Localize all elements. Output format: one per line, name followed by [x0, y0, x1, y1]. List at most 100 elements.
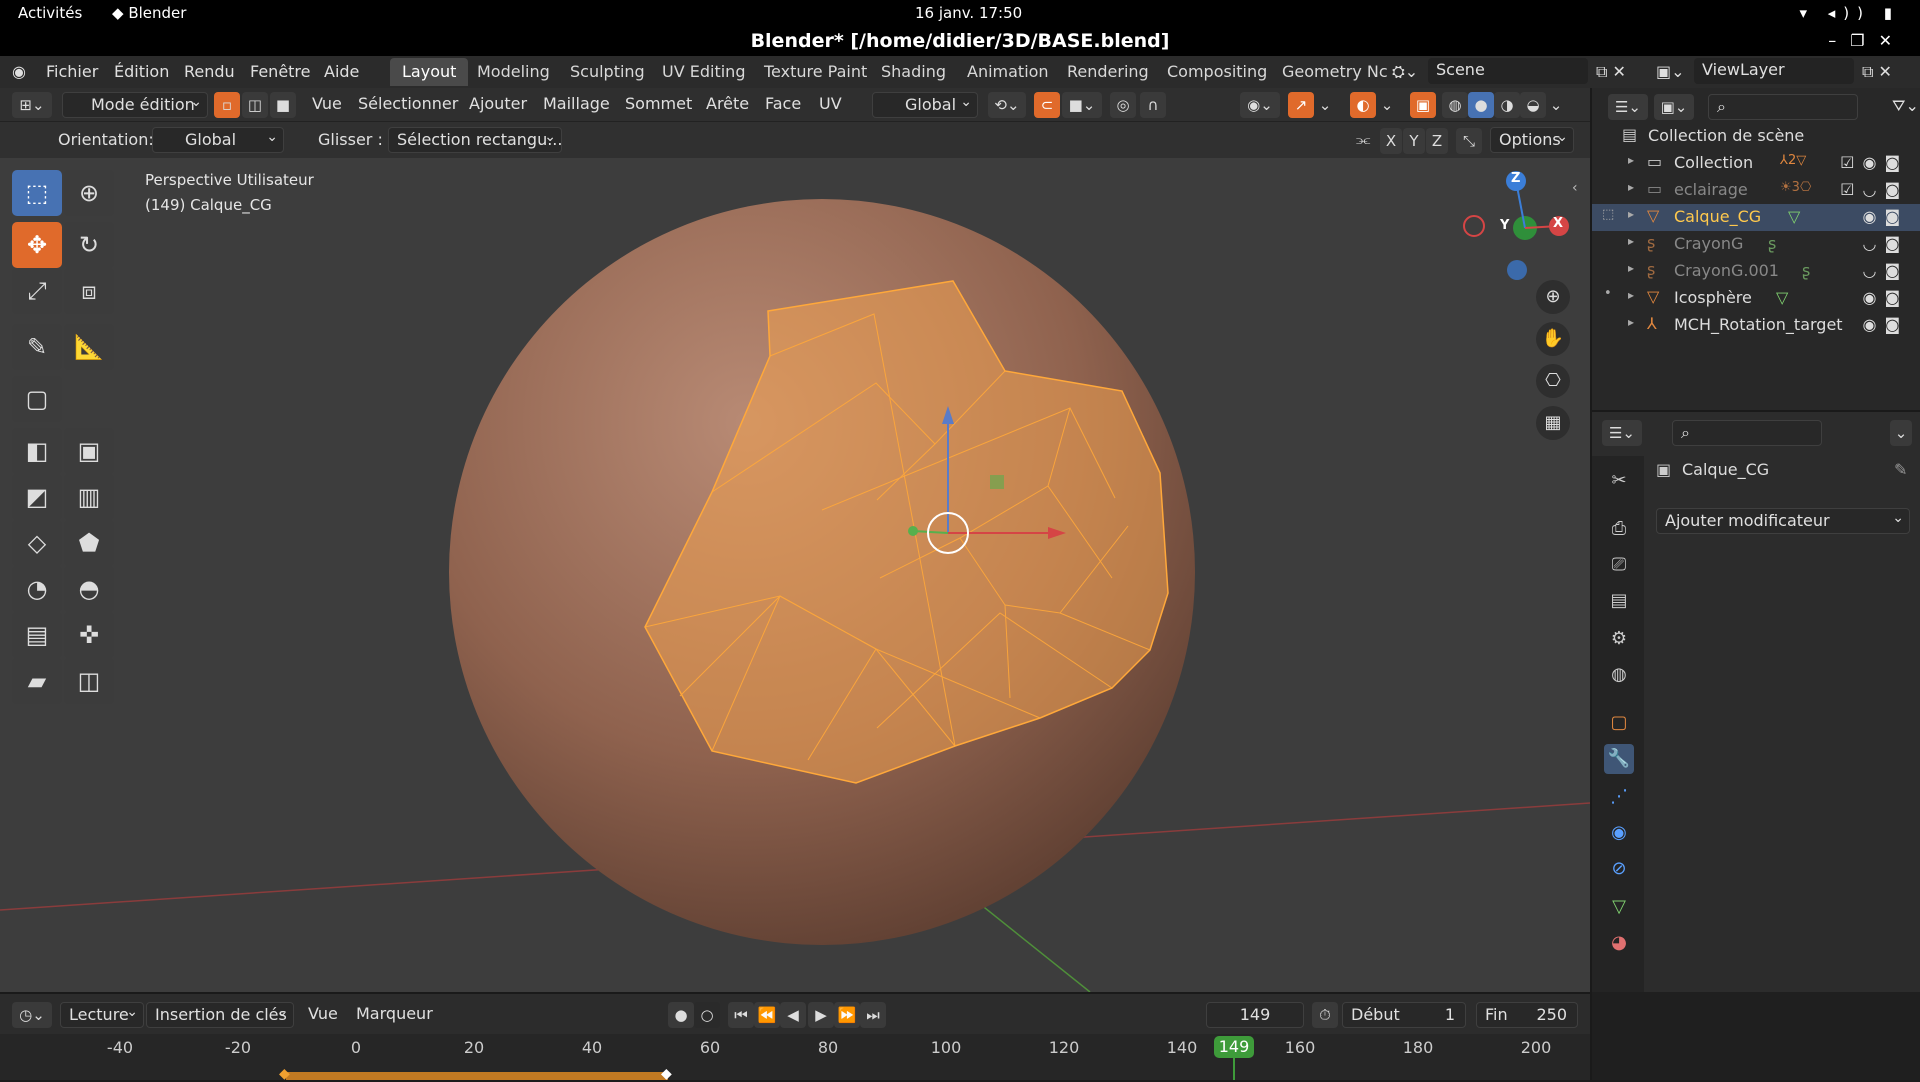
shrink-tool-icon[interactable]: ✜ — [64, 612, 114, 658]
menu-edition[interactable]: Édition — [114, 62, 169, 81]
pivot-icon[interactable]: ⟲⌄ — [988, 92, 1026, 118]
menu-selectionner[interactable]: Sélectionner — [358, 94, 458, 113]
mirror-x-button[interactable]: X — [1380, 128, 1402, 154]
tab-uv-editing[interactable]: UV Editing — [650, 58, 757, 86]
scene-actions-icon[interactable]: ⧉ ✕ — [1596, 62, 1626, 82]
falloff-icon[interactable]: ∩ — [1140, 92, 1166, 118]
play-icon[interactable]: ▶ — [808, 1002, 834, 1028]
options-dropdown[interactable]: Options — [1490, 125, 1574, 153]
tab-compositing[interactable]: Compositing — [1155, 58, 1279, 86]
tab-geometry-nodes[interactable]: Geometry Nc — [1270, 58, 1400, 86]
physics-tab-icon[interactable]: ◉ — [1604, 818, 1634, 848]
mirror-y-button[interactable]: Y — [1403, 128, 1425, 154]
outliner-item-icosphere[interactable]: • ▸ ▽ Icosphère ▽ ◉◙ — [1592, 285, 1920, 312]
timeline-editor-icon[interactable]: ◷⌄ — [12, 1002, 52, 1028]
display-mode-icon[interactable]: ▣⌄ — [1654, 94, 1694, 120]
expand-icon[interactable]: ▸ — [1628, 261, 1634, 275]
timeline-menu-marqueur[interactable]: Marqueur — [356, 1004, 433, 1023]
output-tab-icon[interactable]: ⎚ — [1604, 550, 1634, 580]
shading-dropdown-icon[interactable]: ⌄ — [1546, 92, 1566, 118]
move-tool-icon[interactable]: ✥ — [12, 222, 62, 268]
system-tray[interactable]: ▾ ◂)) ▮ — [1799, 4, 1900, 22]
viewlayer-name-field[interactable]: ViewLayer — [1694, 58, 1854, 84]
scale-tool-icon[interactable]: ⤢ — [12, 268, 62, 314]
loop-cut-tool-icon[interactable]: ▥ — [64, 474, 114, 520]
visibility-icons[interactable]: ◉◙ — [1863, 207, 1908, 226]
menu-uv[interactable]: UV — [819, 94, 842, 113]
mirror-icon[interactable]: ⫘ — [1356, 130, 1370, 150]
app-menu[interactable]: ◆ Blender — [112, 4, 186, 22]
filter-icon[interactable]: ⛛⌄ — [1892, 96, 1919, 116]
blender-logo-icon[interactable]: ◉ — [12, 62, 26, 81]
menu-fenetre[interactable]: Fenêtre — [250, 62, 311, 81]
gizmo-y-label[interactable]: Y — [1500, 218, 1509, 233]
viewlayer-icon[interactable]: ▣⌄ — [1656, 62, 1685, 81]
cursor-tool-icon[interactable]: ⊕ — [64, 170, 114, 216]
properties-search-input[interactable]: ⌕ — [1672, 420, 1822, 446]
outliner-root[interactable]: ▤ Collection de scène — [1592, 123, 1920, 150]
properties-options-icon[interactable]: ⌄ — [1890, 420, 1912, 446]
tab-texture-paint[interactable]: Texture Paint — [752, 58, 879, 86]
outliner-search-input[interactable]: ⌕ — [1708, 94, 1858, 120]
xray-icon[interactable]: ▣ — [1410, 92, 1436, 118]
view-layer-tab-icon[interactable]: ▤ — [1604, 586, 1634, 616]
overlay-icon[interactable]: ◐ — [1350, 92, 1376, 118]
viewport-3d[interactable]: Z Y X Perspective Utilisateur (149) Calq… — [0, 158, 1590, 992]
visibility-icons[interactable]: ◡◙ — [1863, 234, 1908, 253]
tab-shading[interactable]: Shading — [869, 58, 958, 86]
constraints-tab-icon[interactable]: ⊘ — [1604, 854, 1634, 884]
outliner-item-calque-cg[interactable]: ⬚ ▸ ▽ Calque_CG ▽ ◉◙ — [1592, 204, 1920, 231]
proportional-edit-icon[interactable]: ◎ — [1110, 92, 1136, 118]
outliner-editor-icon[interactable]: ☰⌄ — [1608, 94, 1648, 120]
object-tab-icon[interactable]: ▢ — [1604, 708, 1634, 738]
jump-end-icon[interactable]: ⏭ — [860, 1002, 886, 1028]
pan-hand-icon[interactable]: ✋ — [1536, 322, 1570, 356]
tool-tab-icon[interactable]: ✂ — [1604, 466, 1634, 496]
sidebar-toggle-icon[interactable]: ‹ — [1572, 180, 1578, 196]
start-frame-field[interactable]: Début 1 — [1342, 1002, 1466, 1028]
gizmo-x-label[interactable]: X — [1553, 216, 1563, 231]
prev-keyframe-icon[interactable]: ⏪ — [754, 1002, 780, 1028]
add-modifier-dropdown[interactable]: Ajouter modificateur — [1656, 506, 1910, 534]
expand-icon[interactable]: ▸ — [1628, 315, 1634, 329]
playhead[interactable]: 149 — [1214, 1036, 1254, 1058]
window-controls[interactable]: –❐✕ — [1828, 28, 1906, 54]
tab-animation[interactable]: Animation — [955, 58, 1061, 86]
visibility-icons[interactable]: ◉◙ — [1863, 288, 1908, 307]
visibility-icons[interactable]: ◉◙ — [1863, 315, 1908, 334]
keying-dropdown[interactable]: Insertion de clés — [146, 1000, 294, 1028]
gizmo-dropdown-icon[interactable]: ⌄ — [1316, 92, 1334, 118]
editor-type-icon[interactable]: ⊞⌄ — [12, 92, 52, 118]
snap-magnet-icon[interactable]: ⊂ — [1034, 92, 1060, 118]
data-tab-icon[interactable]: ▽ — [1604, 892, 1634, 922]
snap-target-icon[interactable]: ■⌄ — [1062, 92, 1102, 118]
scene-tab-icon[interactable]: ⚙ — [1604, 624, 1634, 654]
overlay-dropdown-icon[interactable]: ⌄ — [1378, 92, 1396, 118]
end-frame-field[interactable]: Fin 250 — [1476, 1002, 1578, 1028]
tab-rendering[interactable]: Rendering — [1055, 58, 1161, 86]
poly-build-tool-icon[interactable]: ⬟ — [64, 520, 114, 566]
viewlayer-actions-icon[interactable]: ⧉ ✕ — [1862, 62, 1892, 82]
render-tab-icon[interactable]: ⎙ — [1604, 514, 1634, 544]
jump-start-icon[interactable]: ⏮ — [728, 1002, 754, 1028]
annotate-tool-icon[interactable]: ✎ — [12, 324, 62, 370]
menu-rendu[interactable]: Rendu — [184, 62, 235, 81]
outliner-item-crayong[interactable]: ▸ ʂ CrayonG ʂ ◡◙ — [1592, 231, 1920, 258]
knife-tool-icon[interactable]: ◇ — [12, 520, 62, 566]
expand-icon[interactable]: ▸ — [1628, 180, 1634, 194]
visibility-icons[interactable]: ◡◙ — [1863, 261, 1908, 280]
face-select-icon[interactable]: ■ — [270, 92, 296, 118]
outliner-item-collection[interactable]: ▸ ▭ Collection ⅄2▽ ☑◉◙ — [1592, 150, 1920, 177]
visibility-icons[interactable]: ☑◉◙ — [1840, 153, 1908, 172]
material-shading-icon[interactable]: ◑ — [1494, 92, 1520, 118]
material-tab-icon[interactable]: ◕ — [1604, 928, 1634, 958]
rip-tool-icon[interactable]: ◫ — [64, 658, 114, 704]
outliner-item-crayong-001[interactable]: ▸ ʂ CrayonG.001 ʂ ◡◙ — [1592, 258, 1920, 285]
edge-slide-tool-icon[interactable]: ▤ — [12, 612, 62, 658]
play-reverse-icon[interactable]: ◀ — [780, 1002, 806, 1028]
tab-layout[interactable]: Layout — [390, 58, 469, 86]
visibility-icons[interactable]: ☑◡◙ — [1840, 180, 1908, 199]
gizmo-z-label[interactable]: Z — [1511, 171, 1520, 186]
transform-orientation[interactable]: Global — [872, 90, 978, 118]
extrude-tool-icon[interactable]: ◧ — [12, 428, 62, 474]
